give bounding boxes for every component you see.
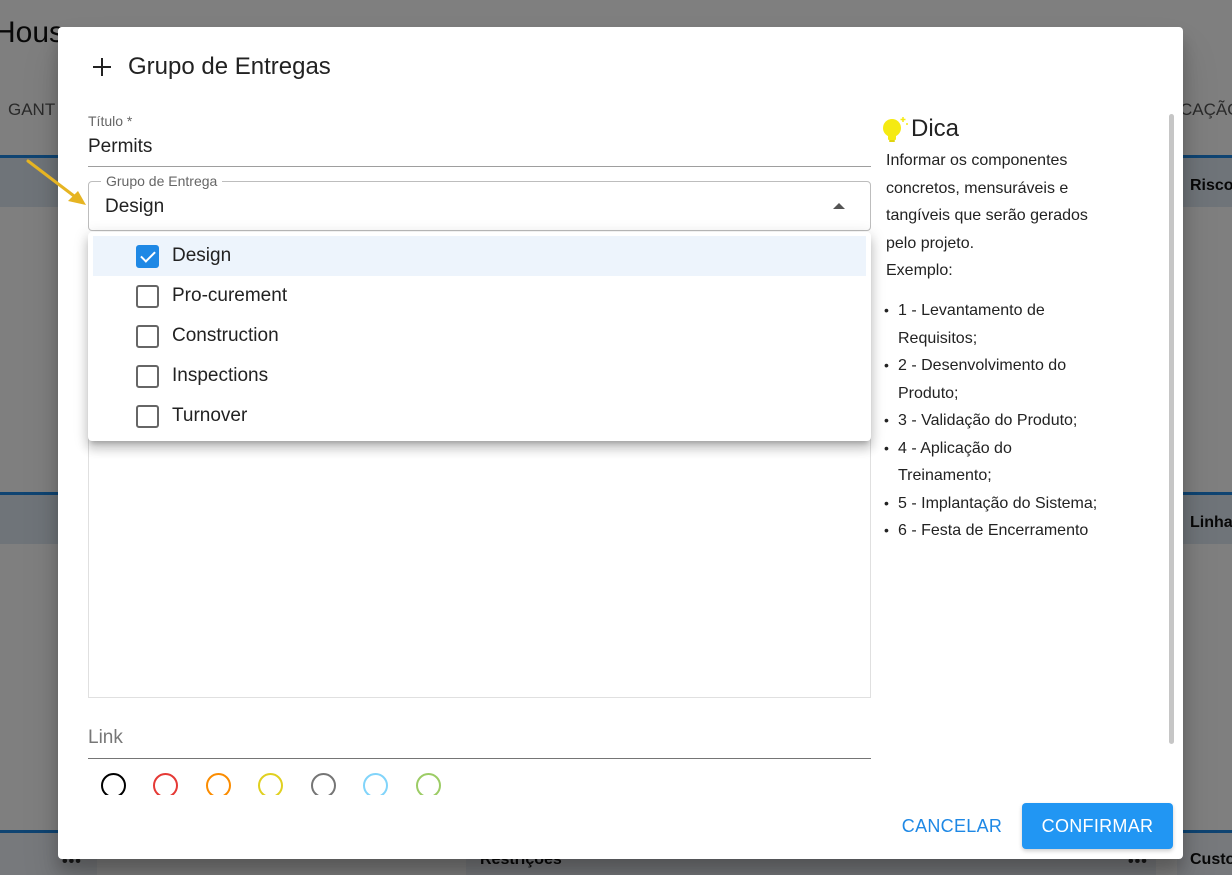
dialog-title: Grupo de Entregas — [128, 53, 331, 80]
checkbox-icon[interactable] — [136, 325, 159, 348]
checkbox-icon[interactable] — [136, 285, 159, 308]
list-item: 2 - Desenvolvimento do Produto; — [884, 352, 1148, 407]
tip-example-list: 1 - Levantamento de Requisitos; 2 - Dese… — [884, 297, 1148, 545]
list-item: 5 - Implantação do Sistema; — [884, 490, 1148, 518]
color-option-yellow[interactable] — [258, 773, 283, 795]
description-area[interactable] — [88, 427, 871, 698]
list-item-line: 2 - Desenvolvimento do — [898, 357, 1067, 374]
tip-text-line: tangíveis que serão gerados — [886, 207, 1088, 224]
list-item-line: Produto; — [898, 384, 959, 402]
deliverable-group-dialog: Grupo de Entregas Título * Permits Grupo… — [58, 27, 1183, 859]
tip-title: Dica — [911, 115, 960, 142]
color-option-red[interactable] — [153, 773, 178, 795]
caret-up-icon[interactable] — [833, 203, 845, 209]
color-option-light-blue[interactable] — [363, 773, 388, 795]
option-inspections[interactable]: Inspections — [93, 356, 866, 396]
list-item-line: 5 - Implantação do Sistema; — [898, 494, 1098, 512]
group-select-label: Grupo de Entrega — [101, 173, 223, 189]
plus-icon — [90, 55, 114, 79]
dialog-scrollbar[interactable] — [1169, 114, 1174, 744]
option-construction[interactable]: Construction — [93, 316, 866, 356]
cancel-button[interactable]: CANCELAR — [892, 804, 1012, 848]
group-select[interactable]: Grupo de Entrega Design — [88, 173, 871, 231]
option-design[interactable]: Design — [93, 236, 866, 276]
checkbox-icon[interactable] — [136, 365, 159, 388]
list-item-line: 4 - Aplicação do — [898, 439, 1012, 457]
title-field-underline — [88, 166, 871, 167]
dialog-header: Grupo de Entregas — [90, 53, 331, 81]
option-label: Design — [172, 245, 232, 266]
color-option-light-green[interactable] — [416, 773, 441, 795]
option-procurement[interactable]: Pro-curement — [93, 276, 866, 316]
tip-text-line: pelo projeto. — [886, 234, 975, 252]
list-item-line: 3 - Validação do Produto; — [898, 412, 1078, 429]
annotation-arrow-icon — [26, 159, 86, 205]
tip-text-line: concretos, mensuráveis e — [886, 179, 1069, 197]
link-input[interactable]: Link — [88, 727, 123, 749]
option-label: Pro-curement — [172, 285, 288, 306]
group-options-menu: Design Pro-curement Construction Inspect… — [88, 232, 871, 441]
list-item-line: Treinamento; — [898, 467, 992, 484]
option-label: Turnover — [172, 405, 248, 426]
color-option-black[interactable] — [101, 773, 126, 795]
color-option-gray[interactable] — [311, 773, 336, 795]
confirm-button[interactable]: CONFIRMAR — [1022, 803, 1173, 849]
list-item: 3 - Validação do Produto; — [884, 407, 1148, 435]
list-item-line: Requisitos; — [898, 329, 978, 347]
lightbulb-icon — [883, 117, 908, 142]
list-item-line: 1 - Levantamento de — [898, 302, 1045, 319]
list-item: 6 - Festa de Encerramento — [884, 517, 1148, 545]
group-select-value: Design — [105, 196, 165, 217]
tip-text-line: Exemplo: — [886, 262, 953, 279]
title-field-label: Título * — [88, 113, 133, 129]
option-label: Construction — [172, 325, 279, 346]
checkbox-checked-icon[interactable] — [136, 245, 159, 268]
color-option-orange[interactable] — [206, 773, 231, 795]
title-field-input[interactable]: Permits — [88, 136, 152, 158]
list-item: 1 - Levantamento de Requisitos; — [884, 297, 1148, 352]
checkbox-icon[interactable] — [136, 405, 159, 428]
option-label: Inspections — [172, 365, 269, 386]
option-turnover[interactable]: Turnover — [93, 396, 866, 436]
tip-text-line: Informar os componentes — [886, 152, 1068, 169]
list-item-line: 6 - Festa de Encerramento — [898, 522, 1089, 539]
list-item: 4 - Aplicação do Treinamento; — [884, 435, 1148, 490]
color-picker — [101, 773, 461, 795]
link-field-underline — [88, 758, 871, 759]
tip-text: Informar os componentes concretos, mensu… — [886, 147, 1131, 285]
